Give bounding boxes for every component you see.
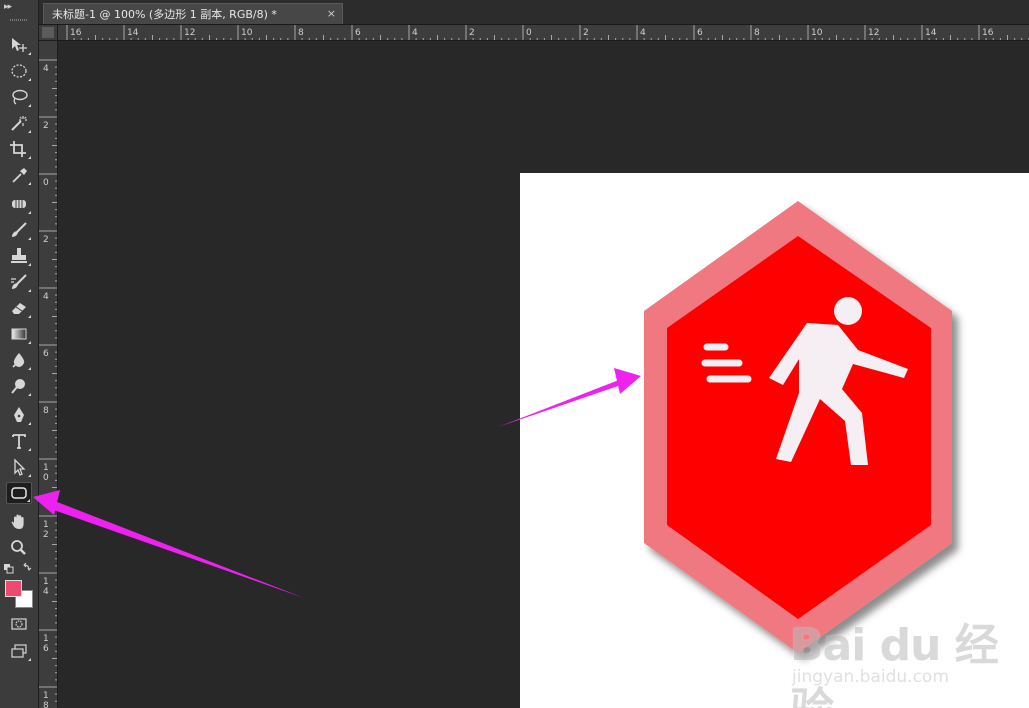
document-canvas[interactable]: Bai du 经验 jingyan.baidu.com — [520, 173, 1029, 708]
ruler-label: 1 — [43, 520, 49, 530]
blur-icon — [12, 353, 25, 368]
ruler-label: 1 — [43, 691, 49, 701]
gradient-icon — [11, 328, 27, 340]
panel-collapse-icon[interactable]: ▸▸ — [4, 2, 12, 12]
baidu-watermark: Bai du 经验 jingyan.baidu.com — [790, 605, 1020, 708]
hand-tool[interactable] — [6, 511, 32, 533]
ruler-label: 10 — [811, 28, 823, 38]
ruler-label: 1 — [43, 577, 49, 587]
healing-brush-icon — [12, 200, 26, 208]
type-tool[interactable] — [6, 430, 32, 452]
panel-grip[interactable] — [10, 19, 28, 21]
history-brush-icon — [11, 274, 27, 289]
ruler-label: 1 — [43, 634, 49, 644]
ruler-label: 4 — [412, 28, 418, 38]
crop-icon — [10, 141, 26, 157]
eraser-tool[interactable] — [6, 297, 32, 319]
ruler-label: 2 — [43, 530, 49, 540]
ruler-label: 14 — [127, 28, 139, 38]
ruler-label: 1 — [43, 463, 49, 473]
eyedropper-icon — [12, 168, 27, 183]
healing-brush-tool[interactable] — [6, 193, 32, 215]
dodge-tool[interactable] — [6, 375, 32, 397]
ruler-label: 0 — [43, 178, 49, 188]
elliptical-marquee-icon — [11, 64, 27, 78]
quick-mask-icon — [11, 618, 27, 630]
ruler-label: 16 — [70, 28, 82, 38]
eraser-icon — [12, 303, 26, 314]
document-tab[interactable]: 未标题-1 @ 100% (多边形 1 副本, RGB/8) * × — [43, 3, 343, 24]
screen-mode-button[interactable] — [6, 640, 32, 662]
ruler-label: 0 — [526, 28, 532, 38]
zoom-icon — [11, 540, 26, 555]
photoshop-window: ▸▸ 未标题-1 @ 100% (多边形 1 副本, RGB/8) * × 16… — [0, 0, 1029, 708]
default-colors-icon[interactable] — [4, 562, 34, 574]
ruler-label: 10 — [241, 28, 253, 38]
gradient-tool[interactable] — [6, 323, 32, 345]
pen-icon — [14, 407, 24, 422]
brush-icon — [12, 222, 27, 237]
ruler-label: 6 — [43, 349, 49, 359]
clone-stamp-icon — [11, 248, 27, 263]
ruler-label: 6 — [697, 28, 703, 38]
horizontal-ruler[interactable]: 16 14 12 10 8 6 4 2 0 2 4 6 8 10 12 14 16 — [58, 25, 1029, 41]
rounded-rectangle-icon — [11, 487, 27, 499]
ruler-label: 8 — [298, 28, 304, 38]
ruler-label: 2 — [469, 28, 475, 38]
lasso-icon — [12, 89, 28, 105]
ruler-label: 8 — [43, 701, 49, 708]
ruler-label: 8 — [754, 28, 760, 38]
type-icon — [12, 434, 26, 449]
watermark-url: jingyan.baidu.com — [792, 667, 949, 687]
ruler-label: 2 — [43, 121, 49, 131]
ruler-label: 4 — [43, 587, 49, 597]
ruler-label: 2 — [43, 235, 49, 245]
watermark-brand: Bai du 经验 — [790, 620, 999, 708]
ruler-label: 6 — [43, 644, 49, 654]
ruler-label: 12 — [184, 28, 195, 38]
document-tab-title: 未标题-1 @ 100% (多边形 1 副本, RGB/8) * — [52, 8, 277, 21]
screen-mode-icon — [11, 644, 27, 658]
close-icon[interactable]: × — [327, 7, 336, 20]
blur-tool[interactable] — [6, 349, 32, 371]
ruler-label: 0 — [43, 473, 49, 483]
ruler-label: 8 — [43, 406, 49, 416]
hand-icon — [11, 514, 24, 529]
clone-stamp-tool[interactable] — [6, 245, 32, 267]
dodge-icon — [11, 379, 25, 394]
magic-wand-tool[interactable] — [6, 112, 32, 134]
path-selection-tool[interactable] — [6, 456, 32, 478]
ruler-label: 12 — [868, 28, 879, 38]
ruler-label: 4 — [43, 64, 49, 74]
history-brush-tool[interactable] — [6, 271, 32, 293]
ruler-origin[interactable] — [39, 25, 58, 41]
elliptical-marquee-tool[interactable] — [6, 60, 32, 82]
brush-tool[interactable] — [6, 219, 32, 241]
tools-panel: ▸▸ — [0, 0, 39, 708]
vertical-ruler[interactable]: 42024681012141618 — [39, 41, 58, 708]
crop-tool[interactable] — [6, 138, 32, 160]
ruler-label: 4 — [43, 292, 49, 302]
quick-mask-button[interactable] — [6, 613, 32, 635]
ruler-label: 16 — [982, 28, 994, 38]
foreground-color-swatch[interactable] — [5, 580, 22, 597]
workspace-area[interactable]: Bai du 经验 jingyan.baidu.com — [58, 41, 1029, 708]
pen-tool[interactable] — [6, 404, 32, 426]
ruler-label: 4 — [640, 28, 646, 38]
ruler-label: 2 — [583, 28, 589, 38]
lasso-tool[interactable] — [6, 86, 32, 108]
eyedropper-tool[interactable] — [6, 164, 32, 186]
move-icon — [12, 38, 27, 52]
magic-wand-icon — [11, 116, 27, 131]
ruler-label: 14 — [925, 28, 937, 38]
zoom-tool[interactable] — [6, 537, 32, 559]
path-selection-icon — [14, 458, 26, 476]
ruler-label: 6 — [355, 28, 361, 38]
document-tab-bar: 未标题-1 @ 100% (多边形 1 副本, RGB/8) * × — [39, 0, 1029, 25]
move-tool[interactable] — [6, 34, 32, 56]
rounded-rectangle-tool[interactable] — [6, 482, 32, 504]
